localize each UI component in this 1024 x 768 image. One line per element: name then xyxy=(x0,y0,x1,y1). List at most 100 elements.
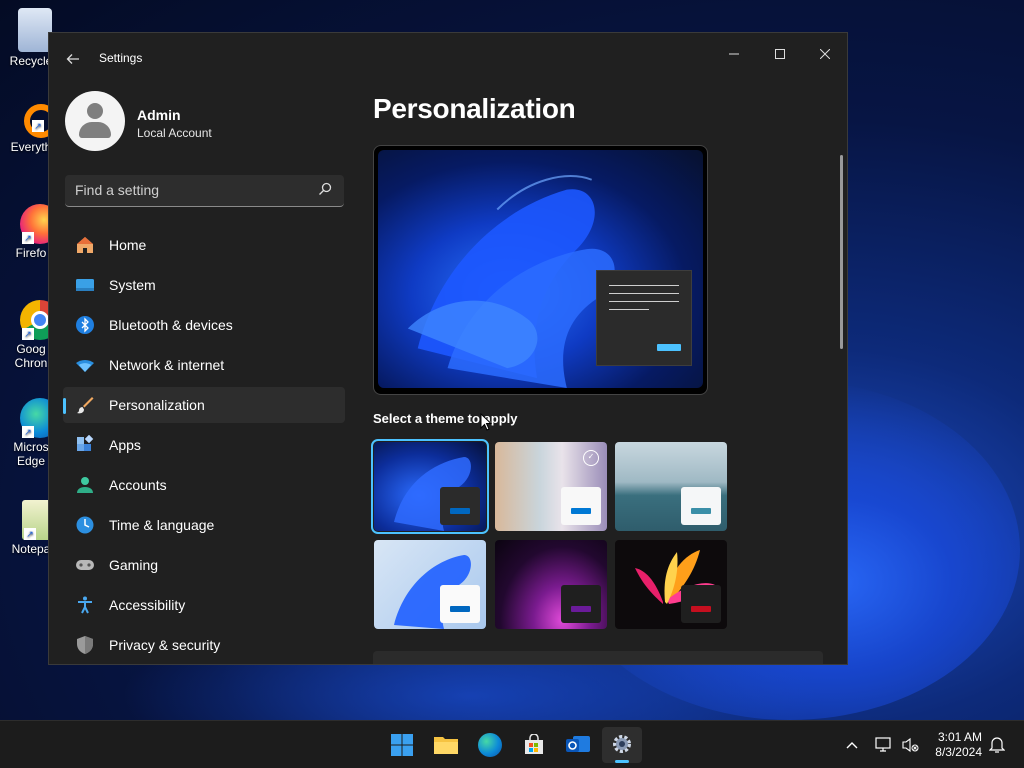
taskbar-file-explorer[interactable] xyxy=(426,727,466,763)
accessibility-icon xyxy=(78,596,92,614)
sidebar-item-label: Gaming xyxy=(109,557,159,573)
sidebar-item-time-language[interactable]: Time & language xyxy=(63,507,345,543)
sidebar-item-label: Accessibility xyxy=(109,597,186,613)
theme-preview xyxy=(373,145,708,395)
search-icon[interactable] xyxy=(318,182,332,196)
clock-globe-icon xyxy=(76,516,94,534)
close-button[interactable] xyxy=(802,39,847,71)
folder-icon xyxy=(434,737,458,754)
shortcut-arrow-icon: ↗ xyxy=(22,232,34,244)
shield-icon xyxy=(77,636,93,654)
bell-icon xyxy=(989,737,1005,753)
windows-logo-icon xyxy=(391,734,413,756)
theme-section-label: Select a theme to apply xyxy=(373,411,518,426)
sidebar: Admin Local Account Home System xyxy=(49,83,359,664)
search-input[interactable] xyxy=(75,182,305,198)
maximize-button[interactable] xyxy=(757,39,803,71)
mouse-cursor-icon xyxy=(480,413,492,431)
preview-accent-button xyxy=(657,344,681,351)
scrollbar[interactable] xyxy=(840,155,843,349)
recycle-bin-icon xyxy=(18,8,52,52)
sidebar-item-label: Network & internet xyxy=(109,357,225,373)
window-title: Settings xyxy=(99,51,143,65)
theme-windows-light[interactable] xyxy=(374,540,486,629)
theme-flow[interactable] xyxy=(615,540,727,629)
minimize-icon xyxy=(729,53,739,55)
settings-window: Settings Admin Local Account Find a sett… xyxy=(48,32,848,665)
edge-taskbar-icon xyxy=(478,733,502,757)
sidebar-item-apps[interactable]: Apps xyxy=(63,427,345,463)
system-icon xyxy=(76,279,94,291)
minimize-button[interactable] xyxy=(711,39,757,71)
sidebar-item-label: Apps xyxy=(109,437,141,453)
theme-spotlight[interactable]: ✓ xyxy=(495,442,607,531)
sidebar-item-accounts[interactable]: Accounts xyxy=(63,467,345,503)
main-content: Personalization Select a theme to apply xyxy=(371,83,843,664)
apps-icon xyxy=(77,435,94,451)
sidebar-item-accessibility[interactable]: Accessibility xyxy=(63,587,345,623)
next-setting-card xyxy=(373,651,823,664)
page-title: Personalization xyxy=(373,93,576,124)
shortcut-arrow-icon: ↗ xyxy=(22,328,34,340)
taskbar-outlook[interactable] xyxy=(558,727,598,763)
clock-time: 3:01 AM xyxy=(937,730,982,744)
taskbar-store[interactable] xyxy=(514,727,554,763)
taskbar-edge[interactable] xyxy=(470,727,510,763)
chevron-up-icon xyxy=(846,742,858,749)
clock-date: 8/3/2024 xyxy=(935,745,982,759)
taskbar-settings[interactable] xyxy=(602,727,642,763)
avatar xyxy=(65,91,125,151)
person-icon xyxy=(77,477,93,493)
sidebar-item-label: Privacy & security xyxy=(109,637,221,653)
sidebar-item-gaming[interactable]: Gaming xyxy=(63,547,345,583)
spotlight-badge-icon: ✓ xyxy=(583,450,599,466)
close-icon xyxy=(819,48,831,60)
bluetooth-icon xyxy=(76,316,94,334)
show-hidden-icons-button[interactable] xyxy=(840,721,864,768)
notifications-button[interactable] xyxy=(986,721,1008,768)
clock[interactable]: 3:01 AM 8/3/2024 xyxy=(935,730,982,760)
sidebar-item-label: Accounts xyxy=(109,477,167,493)
preview-window xyxy=(596,270,692,366)
search-box xyxy=(65,175,344,207)
title-bar: Settings xyxy=(49,33,847,83)
sidebar-item-label: Time & language xyxy=(109,517,215,533)
start-button[interactable] xyxy=(382,727,422,763)
brush-icon xyxy=(77,397,94,414)
volume-button[interactable] xyxy=(898,721,922,768)
maximize-icon xyxy=(775,49,785,59)
network-status-button[interactable] xyxy=(872,721,896,768)
profile-name: Admin xyxy=(137,107,181,123)
back-arrow-icon xyxy=(66,54,79,64)
back-button[interactable] xyxy=(59,47,87,71)
sidebar-item-system[interactable]: System xyxy=(63,267,345,303)
sidebar-item-bluetooth[interactable]: Bluetooth & devices xyxy=(63,307,345,343)
sidebar-item-label: Bluetooth & devices xyxy=(109,317,233,333)
taskbar: 3:01 AM 8/3/2024 xyxy=(0,720,1024,768)
active-app-indicator xyxy=(615,760,629,763)
sidebar-item-personalization[interactable]: Personalization xyxy=(63,387,345,423)
theme-windows-dark[interactable] xyxy=(371,439,489,534)
sidebar-item-privacy[interactable]: Privacy & security xyxy=(63,627,345,663)
theme-glow-lake[interactable] xyxy=(615,442,727,531)
sidebar-item-network[interactable]: Network & internet xyxy=(63,347,345,383)
shortcut-arrow-icon: ↗ xyxy=(24,528,36,540)
sidebar-item-label: Personalization xyxy=(109,397,205,413)
home-icon xyxy=(77,237,93,253)
store-bag-icon xyxy=(525,734,543,754)
sidebar-item-label: System xyxy=(109,277,156,293)
outlook-new-icon xyxy=(566,736,590,752)
network-monitor-icon xyxy=(875,737,891,752)
theme-captured-motion[interactable] xyxy=(495,540,607,629)
shortcut-arrow-icon: ↗ xyxy=(32,120,44,132)
gear-icon xyxy=(613,735,631,753)
gamepad-icon xyxy=(76,560,94,570)
user-profile[interactable]: Admin Local Account xyxy=(65,91,345,151)
speaker-muted-icon xyxy=(902,737,919,753)
shortcut-arrow-icon: ↗ xyxy=(22,426,34,438)
sidebar-item-home[interactable]: Home xyxy=(63,227,345,263)
nav-list: Home System Bluetooth & devices Network … xyxy=(63,227,345,664)
sidebar-item-label: Home xyxy=(109,237,147,253)
profile-account-type: Local Account xyxy=(137,126,212,140)
wifi-icon xyxy=(76,360,94,372)
